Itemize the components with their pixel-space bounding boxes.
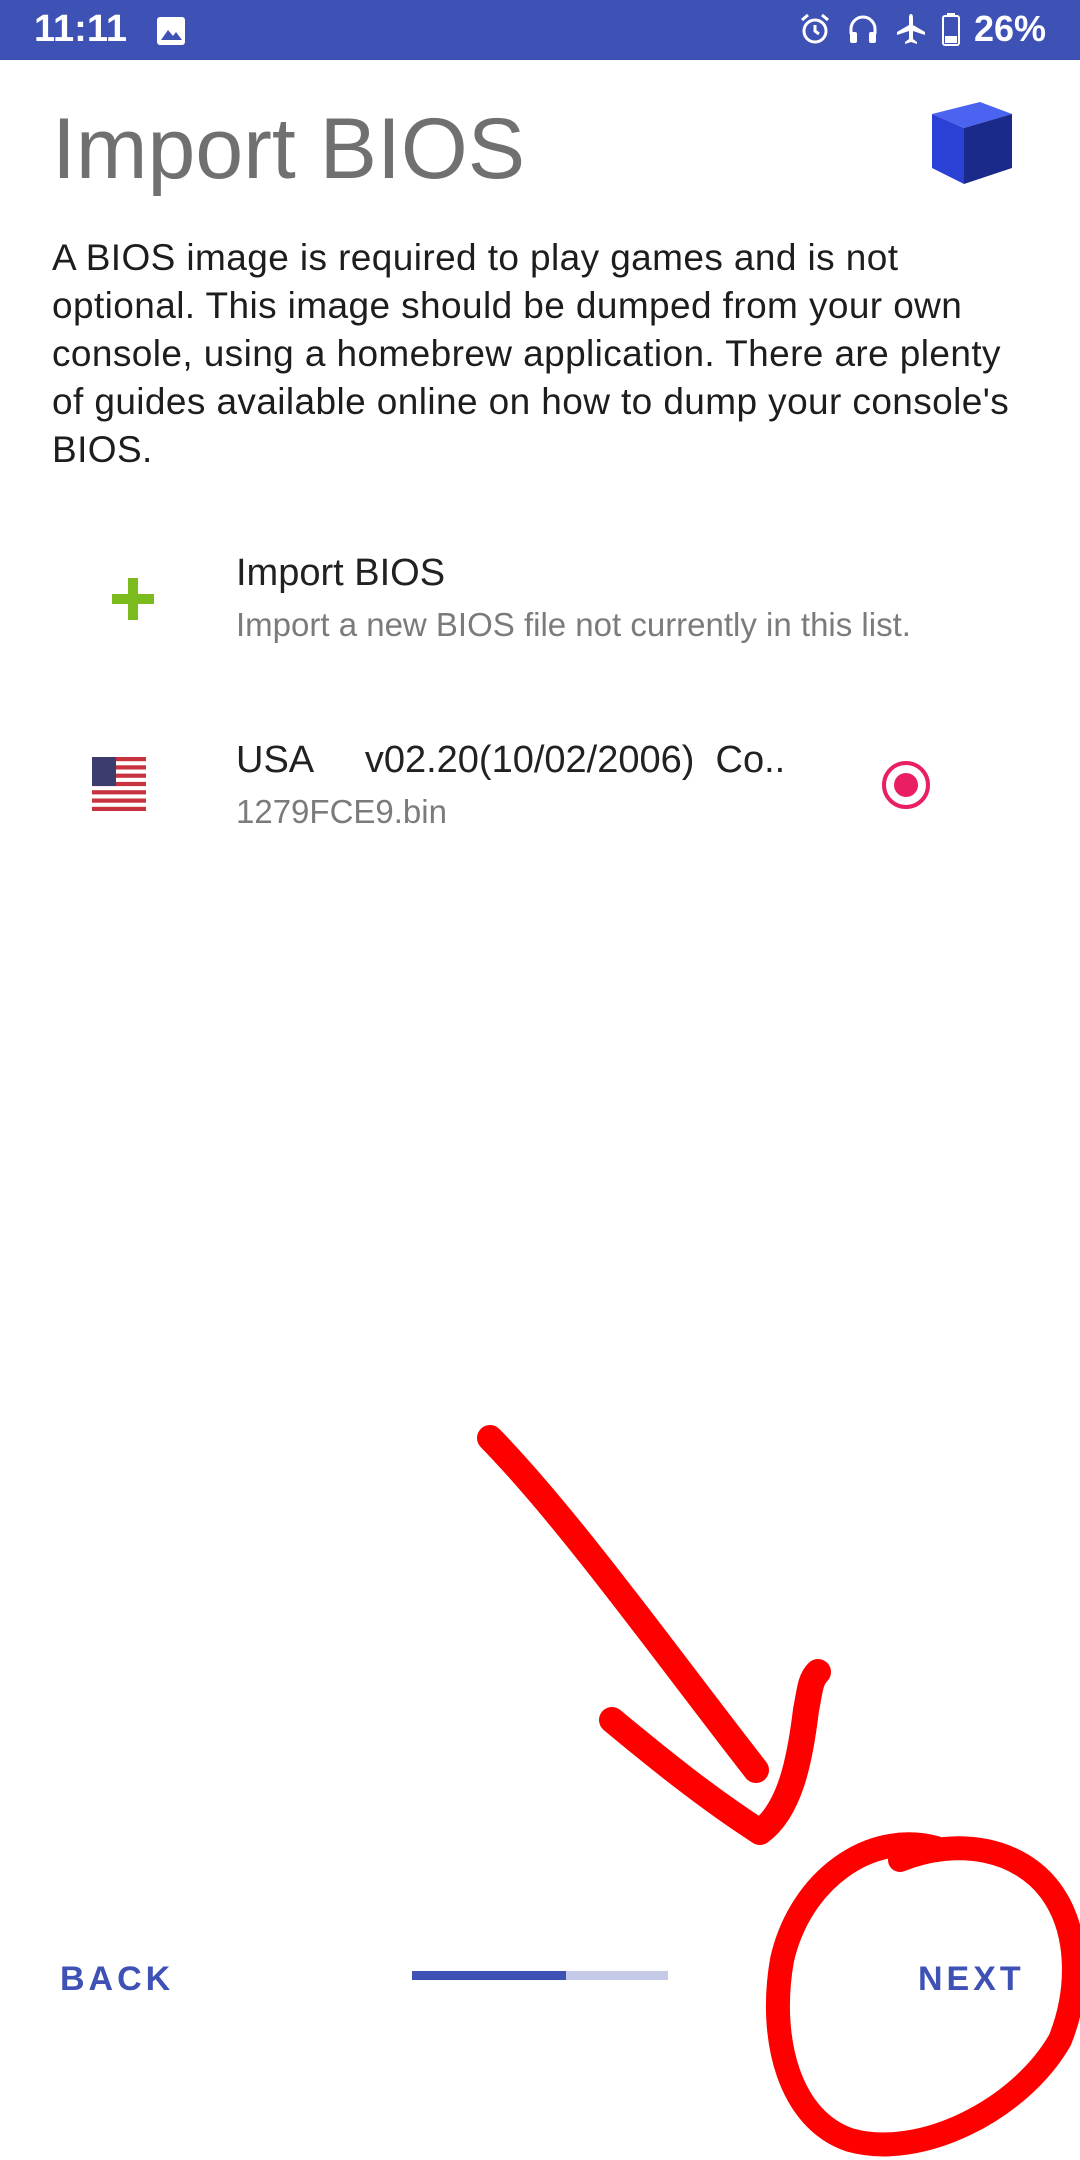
cube-icon: [924, 92, 1020, 193]
progress-bar: [412, 1971, 668, 1980]
progress-fill: [412, 1971, 566, 1980]
list-item-title: USA v02.20(10/02/2006) Co..: [236, 739, 786, 781]
next-button[interactable]: NEXT: [918, 1960, 1025, 1999]
list-item-subtitle: 1279FCE9.bin: [236, 793, 447, 830]
usa-flag-icon: [92, 757, 146, 816]
image-icon: [156, 16, 186, 51]
list-item-subtitle: Import a new BIOS file not currently in …: [236, 606, 911, 643]
list-item-title: Import BIOS: [236, 552, 446, 594]
plus-icon: [110, 576, 156, 627]
list-item-import-bios[interactable]: Import BIOS Import a new BIOS file not c…: [0, 540, 1080, 670]
headphones-icon: [846, 12, 880, 46]
page-title: Import BIOS: [52, 101, 526, 197]
battery-icon: [941, 12, 960, 46]
selected-radio-button[interactable]: [880, 759, 932, 811]
status-bar: 11:11 26%: [0, 0, 1080, 60]
airplane-icon: [894, 12, 928, 46]
list-item-usa-bios[interactable]: USA v02.20(10/02/2006) Co.. 1279FCE9.bin: [0, 727, 1080, 857]
description-text: A BIOS image is required to play games a…: [52, 237, 1010, 470]
alarm-icon: [798, 12, 832, 46]
status-time: 11:11: [34, 8, 127, 50]
back-button[interactable]: BACK: [60, 1960, 174, 1999]
status-icons: 26%: [798, 8, 1046, 50]
battery-percent: 26%: [973, 8, 1046, 49]
